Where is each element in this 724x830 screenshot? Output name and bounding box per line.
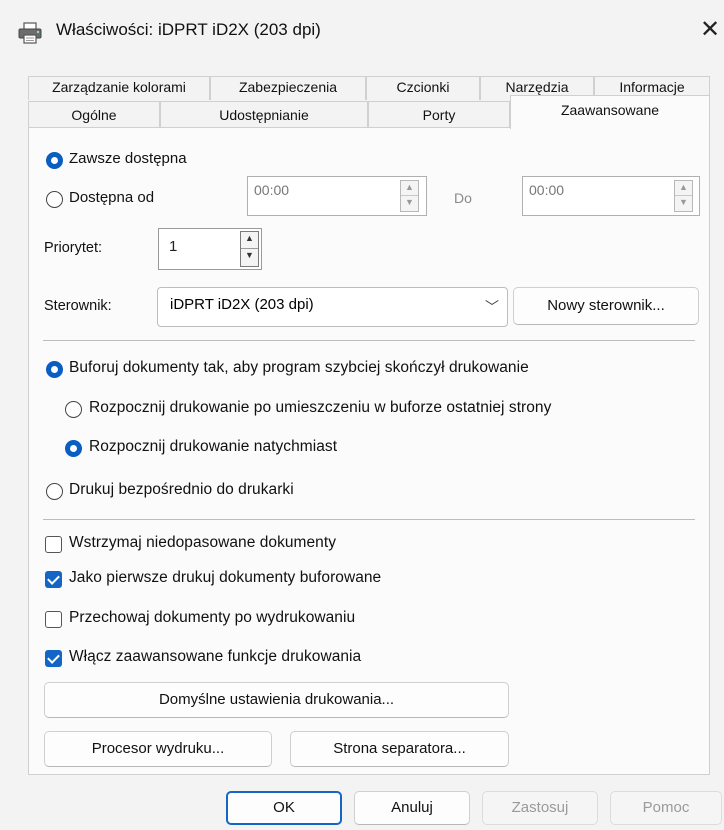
priority-up-arrow[interactable]: ▲ [241, 232, 258, 249]
tab-advanced[interactable]: Zaawansowane [510, 95, 710, 129]
to-time-up-arrow[interactable]: ▲ [675, 181, 692, 196]
hold-mismatched-checkbox[interactable] [45, 536, 62, 553]
driver-select-value: iDPRT iD2X (203 dpi) [170, 296, 314, 313]
priority-label: Priorytet: [44, 240, 103, 256]
printing-defaults-button[interactable]: Domyślne ustawienia drukowania... [44, 682, 509, 718]
print-direct-label: Drukuj bezpośrednio do drukarki [69, 481, 294, 498]
always-available-label: Zawsze dostępna [69, 150, 187, 167]
divider [43, 340, 695, 341]
driver-select[interactable]: iDPRT iD2X (203 dpi) ﹀ [157, 287, 508, 327]
start-immediately-radio[interactable] [65, 440, 82, 457]
close-button[interactable]: ✕ [696, 12, 724, 48]
printer-icon [18, 22, 42, 44]
cancel-button[interactable]: Anuluj [354, 791, 470, 825]
start-immediately-label: Rozpocznij drukowanie natychmiast [89, 438, 338, 455]
start-after-last-page-radio[interactable] [65, 401, 82, 418]
to-label: Do [454, 190, 472, 206]
tab-color-management[interactable]: Zarządzanie kolorami [28, 76, 210, 100]
separator-page-button[interactable]: Strona separatora... [290, 731, 509, 767]
ok-button[interactable]: OK [226, 791, 342, 825]
apply-button[interactable]: Zastosuj [482, 791, 598, 825]
tab-sharing[interactable]: Udostępnianie [160, 101, 368, 127]
keep-printed-checkbox[interactable] [45, 611, 62, 628]
advanced-features-checkbox[interactable] [45, 650, 62, 667]
tab-general[interactable]: Ogólne [28, 101, 160, 127]
available-from-radio[interactable] [46, 191, 63, 208]
priority-down-arrow[interactable]: ▼ [241, 249, 258, 266]
hold-mismatched-label: Wstrzymaj niedopasowane dokumenty [69, 534, 336, 551]
from-time-down-arrow[interactable]: ▼ [401, 196, 418, 211]
advanced-features-label: Włącz zaawansowane funkcje drukowania [69, 648, 362, 665]
priority-spinner[interactable]: ▲ ▼ [240, 231, 259, 267]
print-direct-radio[interactable] [46, 483, 63, 500]
print-spooled-first-label: Jako pierwsze drukuj dokumenty buforowan… [69, 569, 382, 586]
driver-label: Sterownik: [44, 298, 112, 314]
window-title: Właściwości: iDPRT iD2X (203 dpi) [56, 20, 321, 39]
print-spooled-first-checkbox[interactable] [45, 571, 62, 588]
title-bar: Właściwości: iDPRT iD2X (203 dpi) ✕ [0, 0, 724, 62]
from-time-spinner[interactable]: ▲ ▼ [400, 180, 419, 212]
chevron-down-icon: ﹀ [485, 299, 499, 315]
spool-radio[interactable] [46, 361, 63, 378]
tab-security[interactable]: Zabezpieczenia [210, 76, 366, 100]
to-time-down-arrow[interactable]: ▼ [675, 196, 692, 211]
always-available-radio[interactable] [46, 152, 63, 169]
tab-fonts[interactable]: Czcionki [366, 76, 480, 100]
print-processor-button[interactable]: Procesor wydruku... [44, 731, 272, 767]
new-driver-button[interactable]: Nowy sterownik... [513, 287, 699, 325]
keep-printed-label: Przechowaj dokumenty po wydrukowaniu [69, 609, 356, 626]
from-time-up-arrow[interactable]: ▲ [401, 181, 418, 196]
tab-ports[interactable]: Porty [368, 101, 510, 127]
to-time-spinner[interactable]: ▲ ▼ [674, 180, 693, 212]
help-button[interactable]: Pomoc [610, 791, 722, 825]
divider [43, 519, 695, 520]
available-from-label: Dostępna od [69, 189, 155, 206]
spool-label: Buforuj dokumenty tak, aby program szybc… [69, 359, 529, 376]
start-after-last-page-label: Rozpocznij drukowanie po umieszczeniu w … [89, 399, 552, 416]
